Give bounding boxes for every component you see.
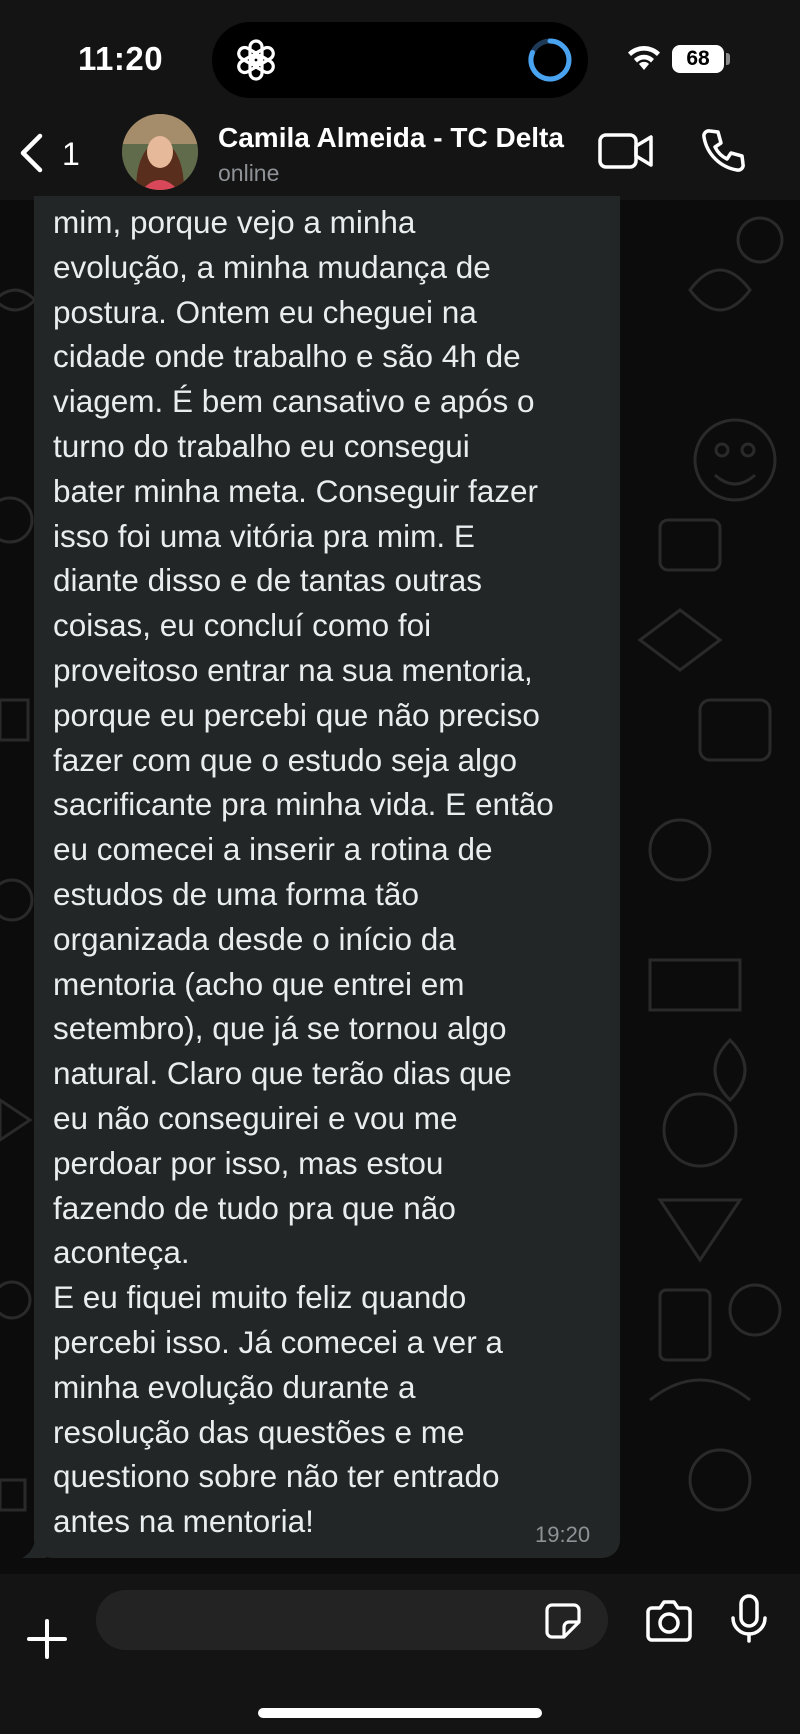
bubble-tail [22,1536,46,1558]
sticker-icon[interactable] [544,1602,582,1640]
composer-bar [0,1574,800,1734]
message-input[interactable] [96,1590,608,1650]
chatgpt-icon [237,39,275,81]
message-text: mim, porque vejo a minha evolução, a min… [53,204,554,1540]
status-time: 11:20 [78,40,164,77]
avatar-photo [122,114,198,190]
microphone-icon[interactable] [730,1594,768,1644]
wifi-icon [628,46,660,70]
contact-status: online [218,160,280,186]
chat-screen: 11:20 68 1 Camila Almeida - TC Delta onl… [0,0,800,1734]
loading-ring-icon [528,38,572,82]
chevron-left-icon[interactable] [16,132,46,174]
voice-call-icon[interactable] [700,128,746,174]
unread-back-count[interactable]: 1 [62,136,80,173]
battery-cap [726,53,730,65]
camera-icon[interactable] [644,1600,694,1642]
video-call-icon[interactable] [598,130,654,172]
message-timestamp: 19:20 [535,1522,591,1547]
avatar[interactable] [122,114,198,190]
plus-icon[interactable] [26,1618,68,1660]
home-indicator[interactable] [258,1708,542,1718]
chat-header: 1 Camila Almeida - TC Delta online [0,100,800,200]
contact-name[interactable]: Camila Almeida - TC Delta [218,122,564,154]
dynamic-island[interactable] [212,22,588,98]
battery-icon: 68 [672,45,724,73]
